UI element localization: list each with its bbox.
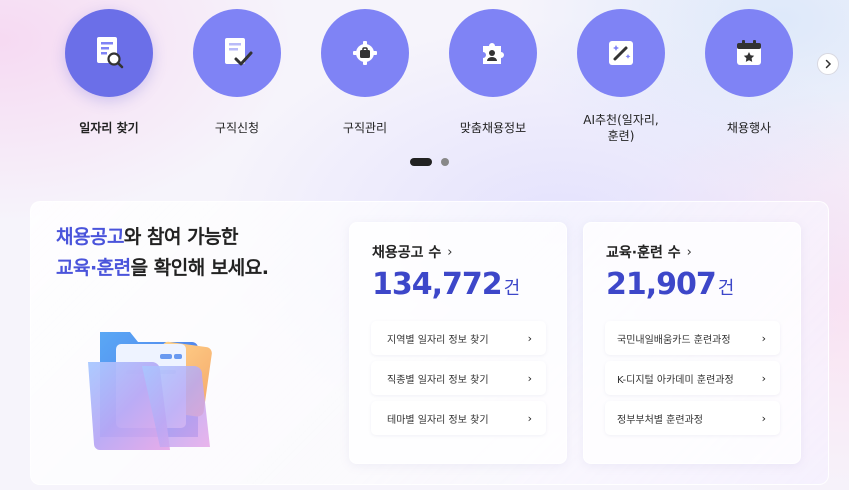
job-links: 지역별 일자리 정보 찾기 › 직종별 일자리 정보 찾기 › 테마별 일자리 … bbox=[371, 321, 546, 441]
link-naeil-card-courses[interactable]: 국민내일배움카드 훈련과정 › bbox=[605, 321, 780, 355]
training-links: 국민내일배움카드 훈련과정 › K-디지털 아카데미 훈련과정 › 정부부처별 … bbox=[605, 321, 780, 441]
link-region-jobs[interactable]: 지역별 일자리 정보 찾기 › bbox=[371, 321, 546, 355]
job-postings-card: 채용공고 수 › 134,772 건 지역별 일자리 정보 찾기 › 직종별 일자… bbox=[349, 222, 567, 464]
panel-headline: 채용공고와 참여 가능한 교육·훈련을 확인해 보세요. bbox=[56, 222, 269, 284]
headline-text: 을 확인해 보세요. bbox=[130, 257, 269, 279]
link-label: 국민내일배움카드 훈련과정 bbox=[617, 334, 731, 346]
job-postings-title-link[interactable]: 채용공고 수 › bbox=[372, 242, 452, 262]
puzzle-person-icon bbox=[449, 9, 537, 97]
application-check-icon bbox=[193, 9, 281, 97]
quick-item-label: 구직신청 bbox=[214, 121, 260, 135]
training-card: 교육·훈련 수 › 21,907 건 국민내일배움카드 훈련과정 › K-디지털 … bbox=[583, 222, 801, 464]
link-k-digital-courses[interactable]: K-디지털 아카데미 훈련과정 › bbox=[605, 361, 780, 395]
count-unit: 건 bbox=[503, 278, 521, 299]
chevron-right-icon: › bbox=[761, 411, 766, 425]
link-label: 직종별 일자리 정보 찾기 bbox=[387, 374, 489, 386]
link-occupation-jobs[interactable]: 직종별 일자리 정보 찾기 › bbox=[371, 361, 546, 395]
chevron-right-icon: › bbox=[686, 244, 692, 260]
job-postings-value: 134,772 bbox=[372, 267, 503, 302]
training-count: 21,907 건 bbox=[606, 267, 734, 302]
link-ministry-courses[interactable]: 정부부처별 훈련과정 › bbox=[605, 401, 780, 435]
chevron-right-icon: › bbox=[447, 244, 453, 260]
calendar-star-icon bbox=[705, 9, 793, 97]
quick-item-label: 일자리 찾기 bbox=[79, 121, 139, 135]
job-postings-title: 채용공고 수 bbox=[372, 245, 442, 261]
job-postings-count: 134,772 건 bbox=[372, 267, 520, 302]
chevron-right-icon: › bbox=[527, 331, 532, 345]
training-title-link[interactable]: 교육·훈련 수 › bbox=[606, 242, 692, 262]
headline-highlight: 교육·훈련 bbox=[56, 257, 131, 279]
quick-item-label: AI추천(일자리, 훈련) bbox=[583, 113, 659, 143]
magic-wand-icon bbox=[577, 9, 665, 97]
headline-text: 와 참여 가능한 bbox=[123, 226, 239, 248]
quick-item-custom-jobs[interactable]: 맞춤채용정보 bbox=[428, 9, 558, 144]
link-theme-jobs[interactable]: 테마별 일자리 정보 찾기 › bbox=[371, 401, 546, 435]
pagination-dot[interactable] bbox=[441, 158, 449, 166]
count-unit: 건 bbox=[717, 278, 735, 299]
quick-item-label: 구직관리 bbox=[342, 121, 388, 135]
chevron-right-icon: › bbox=[527, 371, 532, 385]
quick-item-job-application[interactable]: 구직신청 bbox=[172, 9, 302, 144]
link-label: 지역별 일자리 정보 찾기 bbox=[387, 334, 489, 346]
quick-item-job-management[interactable]: 구직관리 bbox=[300, 9, 430, 144]
headline-highlight: 채용공고 bbox=[56, 226, 124, 248]
chevron-right-icon: › bbox=[527, 411, 532, 425]
pagination-dot-active[interactable] bbox=[410, 158, 432, 166]
slide-pagination bbox=[410, 158, 449, 166]
chevron-right-icon bbox=[825, 59, 832, 69]
briefcase-gear-icon bbox=[321, 9, 409, 97]
training-value: 21,907 bbox=[606, 267, 717, 302]
job-search-icon bbox=[65, 9, 153, 97]
next-slide-button[interactable] bbox=[817, 53, 839, 75]
link-label: 정부부처별 훈련과정 bbox=[617, 414, 703, 426]
quick-item-label: 맞춤채용정보 bbox=[459, 121, 527, 135]
folder-illustration bbox=[82, 322, 227, 457]
link-label: 테마별 일자리 정보 찾기 bbox=[387, 414, 489, 426]
chevron-right-icon: › bbox=[761, 331, 766, 345]
training-title: 교육·훈련 수 bbox=[606, 245, 681, 261]
link-label: K-디지털 아카데미 훈련과정 bbox=[617, 374, 734, 386]
quick-item-recruit-event[interactable]: 채용행사 bbox=[684, 9, 814, 144]
quick-item-ai-recommend[interactable]: AI추천(일자리, 훈련) bbox=[556, 9, 686, 144]
quick-item-job-search[interactable]: 일자리 찾기 bbox=[44, 9, 174, 144]
quick-item-label: 채용행사 bbox=[726, 121, 772, 135]
quick-menu: 일자리 찾기 구직신청 구직관리 맞춤채용정보 AI추천(일자리, 훈련) 채용… bbox=[0, 0, 849, 190]
chevron-right-icon: › bbox=[761, 371, 766, 385]
